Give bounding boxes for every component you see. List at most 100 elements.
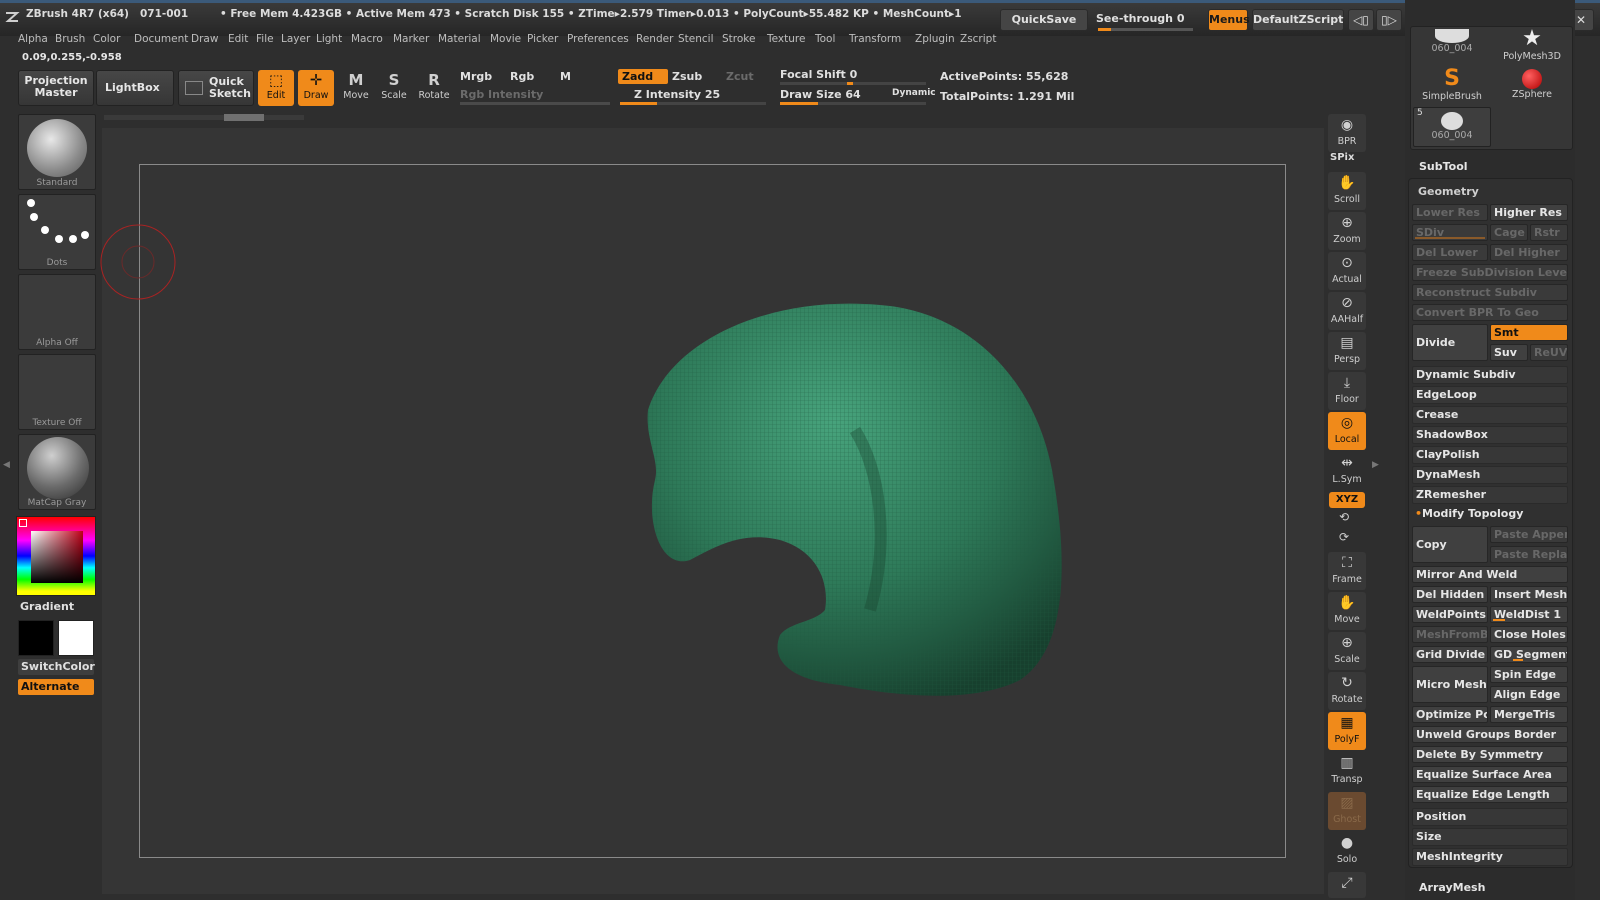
move-view-button[interactable]: ✋ Move [1328, 592, 1366, 630]
rotate-view-button[interactable]: ↻ Rotate [1328, 672, 1366, 710]
secondary-color-swatch[interactable] [58, 620, 94, 656]
rgb-button[interactable]: Rgb [510, 70, 534, 83]
persp-button[interactable]: ▤ Persp [1328, 332, 1366, 370]
menu-draw[interactable]: Draw [191, 33, 218, 45]
menu-document[interactable]: Document [134, 33, 188, 45]
gradient-label[interactable]: Gradient [20, 600, 74, 613]
menu-alpha[interactable]: Alpha [18, 33, 48, 45]
solo-button[interactable]: ● Solo [1328, 832, 1366, 870]
switchcolor-button[interactable]: SwitchColor [18, 659, 95, 675]
optimize-points-button[interactable]: Optimize Poi [1412, 706, 1488, 723]
spix-slider[interactable]: SPix [1330, 152, 1354, 163]
micro-mesh-button[interactable]: Micro Mesh [1412, 666, 1488, 703]
rgb-intensity-slider[interactable]: Rgb Intensity [460, 88, 543, 101]
draw-size-track[interactable] [780, 102, 926, 105]
menu-edit[interactable]: Edit [228, 33, 248, 45]
focal-shift-track[interactable] [780, 82, 926, 85]
xyz-button[interactable]: XYZ [1329, 492, 1365, 508]
alternate-button[interactable]: Alternate [18, 679, 94, 695]
z-intensity-slider[interactable]: Z Intensity 25 [634, 88, 720, 101]
m-button[interactable]: M [560, 70, 571, 83]
tool-thumb-zsphere[interactable]: ZSphere [1493, 67, 1571, 105]
stroke-selector[interactable]: Dots [18, 194, 96, 270]
reuv-button[interactable]: ReUV [1530, 344, 1568, 361]
see-through-track[interactable] [1098, 28, 1193, 31]
equalize-edge-length-button[interactable]: Equalize Edge Length [1412, 786, 1568, 803]
dynamesh-section[interactable]: DynaMesh [1412, 466, 1568, 484]
size-section[interactable]: Size [1412, 828, 1568, 846]
weldpoints-button[interactable]: WeldPoints [1412, 606, 1488, 623]
left-tray-toggle-icon[interactable]: ◀ [3, 460, 10, 470]
del-lower-button[interactable]: Del Lower [1412, 244, 1488, 261]
menu-color[interactable]: Color [93, 33, 120, 45]
move-button[interactable]: M Move [338, 70, 374, 106]
texture-selector[interactable]: Texture Off [18, 354, 96, 430]
align-edge-button[interactable]: Align Edge [1490, 686, 1568, 703]
material-selector[interactable]: MatCap Gray [18, 434, 96, 510]
saturation-square[interactable] [31, 531, 83, 583]
copy-button[interactable]: Copy [1412, 526, 1488, 563]
menu-picker[interactable]: Picker [527, 33, 558, 45]
higher-res-button[interactable]: Higher Res [1490, 204, 1568, 221]
zoom-button[interactable]: ⊕ Zoom [1328, 212, 1366, 250]
divide-button[interactable]: Divide [1412, 324, 1488, 361]
projection-master-button[interactable]: Projection Master [18, 70, 94, 106]
modify-topology-section[interactable]: •Modify Topology [1412, 506, 1568, 524]
menu-zplugin[interactable]: Zplugin [915, 33, 955, 45]
default-zscript-button[interactable]: DefaultZScript [1252, 9, 1344, 31]
alpha-selector[interactable]: Alpha Off [18, 274, 96, 350]
ghost-button[interactable]: ▨ Ghost [1328, 792, 1366, 830]
smt-toggle[interactable]: Smt [1490, 324, 1568, 341]
menu-marker[interactable]: Marker [393, 33, 429, 45]
tool-thumb-simplebrush[interactable]: S SimpleBrush [1413, 67, 1491, 105]
color-picker[interactable] [16, 516, 96, 596]
freeze-subdivision-button[interactable]: Freeze SubDivision Levels [1412, 264, 1568, 281]
insert-mesh-button[interactable]: Insert Mesh [1490, 586, 1568, 603]
menu-tool[interactable]: Tool [815, 33, 835, 45]
close-holes-button[interactable]: Close Holes [1490, 626, 1568, 643]
menu-zscript[interactable]: Zscript [960, 33, 996, 45]
shadowbox-section[interactable]: ShadowBox [1412, 426, 1568, 444]
menus-toggle[interactable]: Menus [1208, 9, 1250, 31]
rgb-intensity-track[interactable] [460, 102, 610, 105]
menu-macro[interactable]: Macro [351, 33, 383, 45]
tool-thumb-060-004-active[interactable]: 5 060_004 [1413, 107, 1491, 147]
dynamic-toggle[interactable]: Dynamic [892, 88, 936, 98]
paste-replace-button[interactable]: Paste Replac [1490, 546, 1568, 563]
menu-render[interactable]: Render [636, 33, 673, 45]
rstr-button[interactable]: Rstr [1530, 224, 1568, 241]
menu-stroke[interactable]: Stroke [722, 33, 755, 45]
brush-selector[interactable]: Standard [18, 114, 96, 190]
menu-brush[interactable]: Brush [55, 33, 85, 45]
menu-transform[interactable]: Transform [849, 33, 901, 45]
menu-texture[interactable]: Texture [767, 33, 805, 45]
gd-segments-slider[interactable]: GD Segments [1490, 646, 1568, 663]
meshintegrity-section[interactable]: MeshIntegrity [1412, 848, 1568, 866]
primary-color-swatch[interactable] [18, 620, 54, 656]
suv-toggle[interactable]: Suv [1490, 344, 1528, 361]
claypolish-section[interactable]: ClayPolish [1412, 446, 1568, 464]
dynamic-subdiv-section[interactable]: Dynamic Subdiv [1412, 366, 1568, 384]
draw-button[interactable]: ✛ Draw [298, 70, 334, 106]
sdiv-slider[interactable]: SDiv [1412, 224, 1488, 241]
zcut-button[interactable]: Zcut [726, 70, 754, 83]
position-section[interactable]: Position [1412, 808, 1568, 826]
aahalf-button[interactable]: ⊘ AAHalf [1328, 292, 1366, 330]
subtool-header[interactable]: SubTool [1419, 160, 1468, 173]
lsym-button[interactable]: ⇹ L.Sym [1328, 452, 1366, 490]
local-button[interactable]: ◎ Local [1328, 412, 1366, 450]
lower-res-button[interactable]: Lower Res [1412, 204, 1488, 221]
floor-button[interactable]: ⤓ Floor [1328, 372, 1366, 410]
draw-size-slider[interactable]: Draw Size 64 [780, 88, 861, 101]
actual-button[interactable]: ⊙ Actual [1328, 252, 1366, 290]
rotate-button[interactable]: R Rotate [416, 70, 452, 106]
scale-button[interactable]: S Scale [376, 70, 412, 106]
edit-button[interactable]: ⬚ Edit [258, 70, 294, 106]
del-hidden-button[interactable]: Del Hidden [1412, 586, 1488, 603]
menu-preferences[interactable]: Preferences [567, 33, 629, 45]
z-intensity-track[interactable] [620, 102, 766, 105]
menu-light[interactable]: Light [316, 33, 342, 45]
menu-layer[interactable]: Layer [281, 33, 310, 45]
rotate-z-icon[interactable]: ⟳ [1339, 530, 1349, 544]
zsub-button[interactable]: Zsub [672, 70, 702, 83]
